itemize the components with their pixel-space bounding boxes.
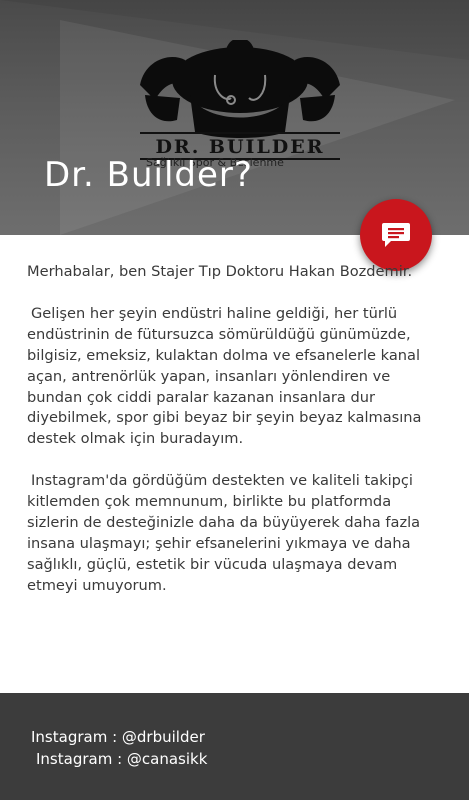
intro-paragraph: Merhabalar, ben Stajer Tıp Doktoru Hakan… (27, 263, 413, 280)
message-icon (382, 223, 410, 247)
message-button[interactable] (360, 199, 432, 271)
mission-paragraph: Gelişen her şeyin endüstri haline geldiğ… (27, 304, 422, 448)
instagram-link-drbuilder[interactable]: Instagram : @drbuilder (31, 728, 205, 746)
page-title: Dr. Builder? (44, 155, 253, 195)
footer: Instagram : @drbuilder Instagram : @cana… (0, 693, 469, 800)
about-text: Merhabalar, ben Stajer Tıp Doktoru Hakan… (27, 262, 447, 597)
instagram-paragraph: Instagram'da gördüğüm destekten ve kalit… (27, 472, 421, 594)
instagram-link-canasikk[interactable]: Instagram : @canasikk (36, 750, 207, 768)
